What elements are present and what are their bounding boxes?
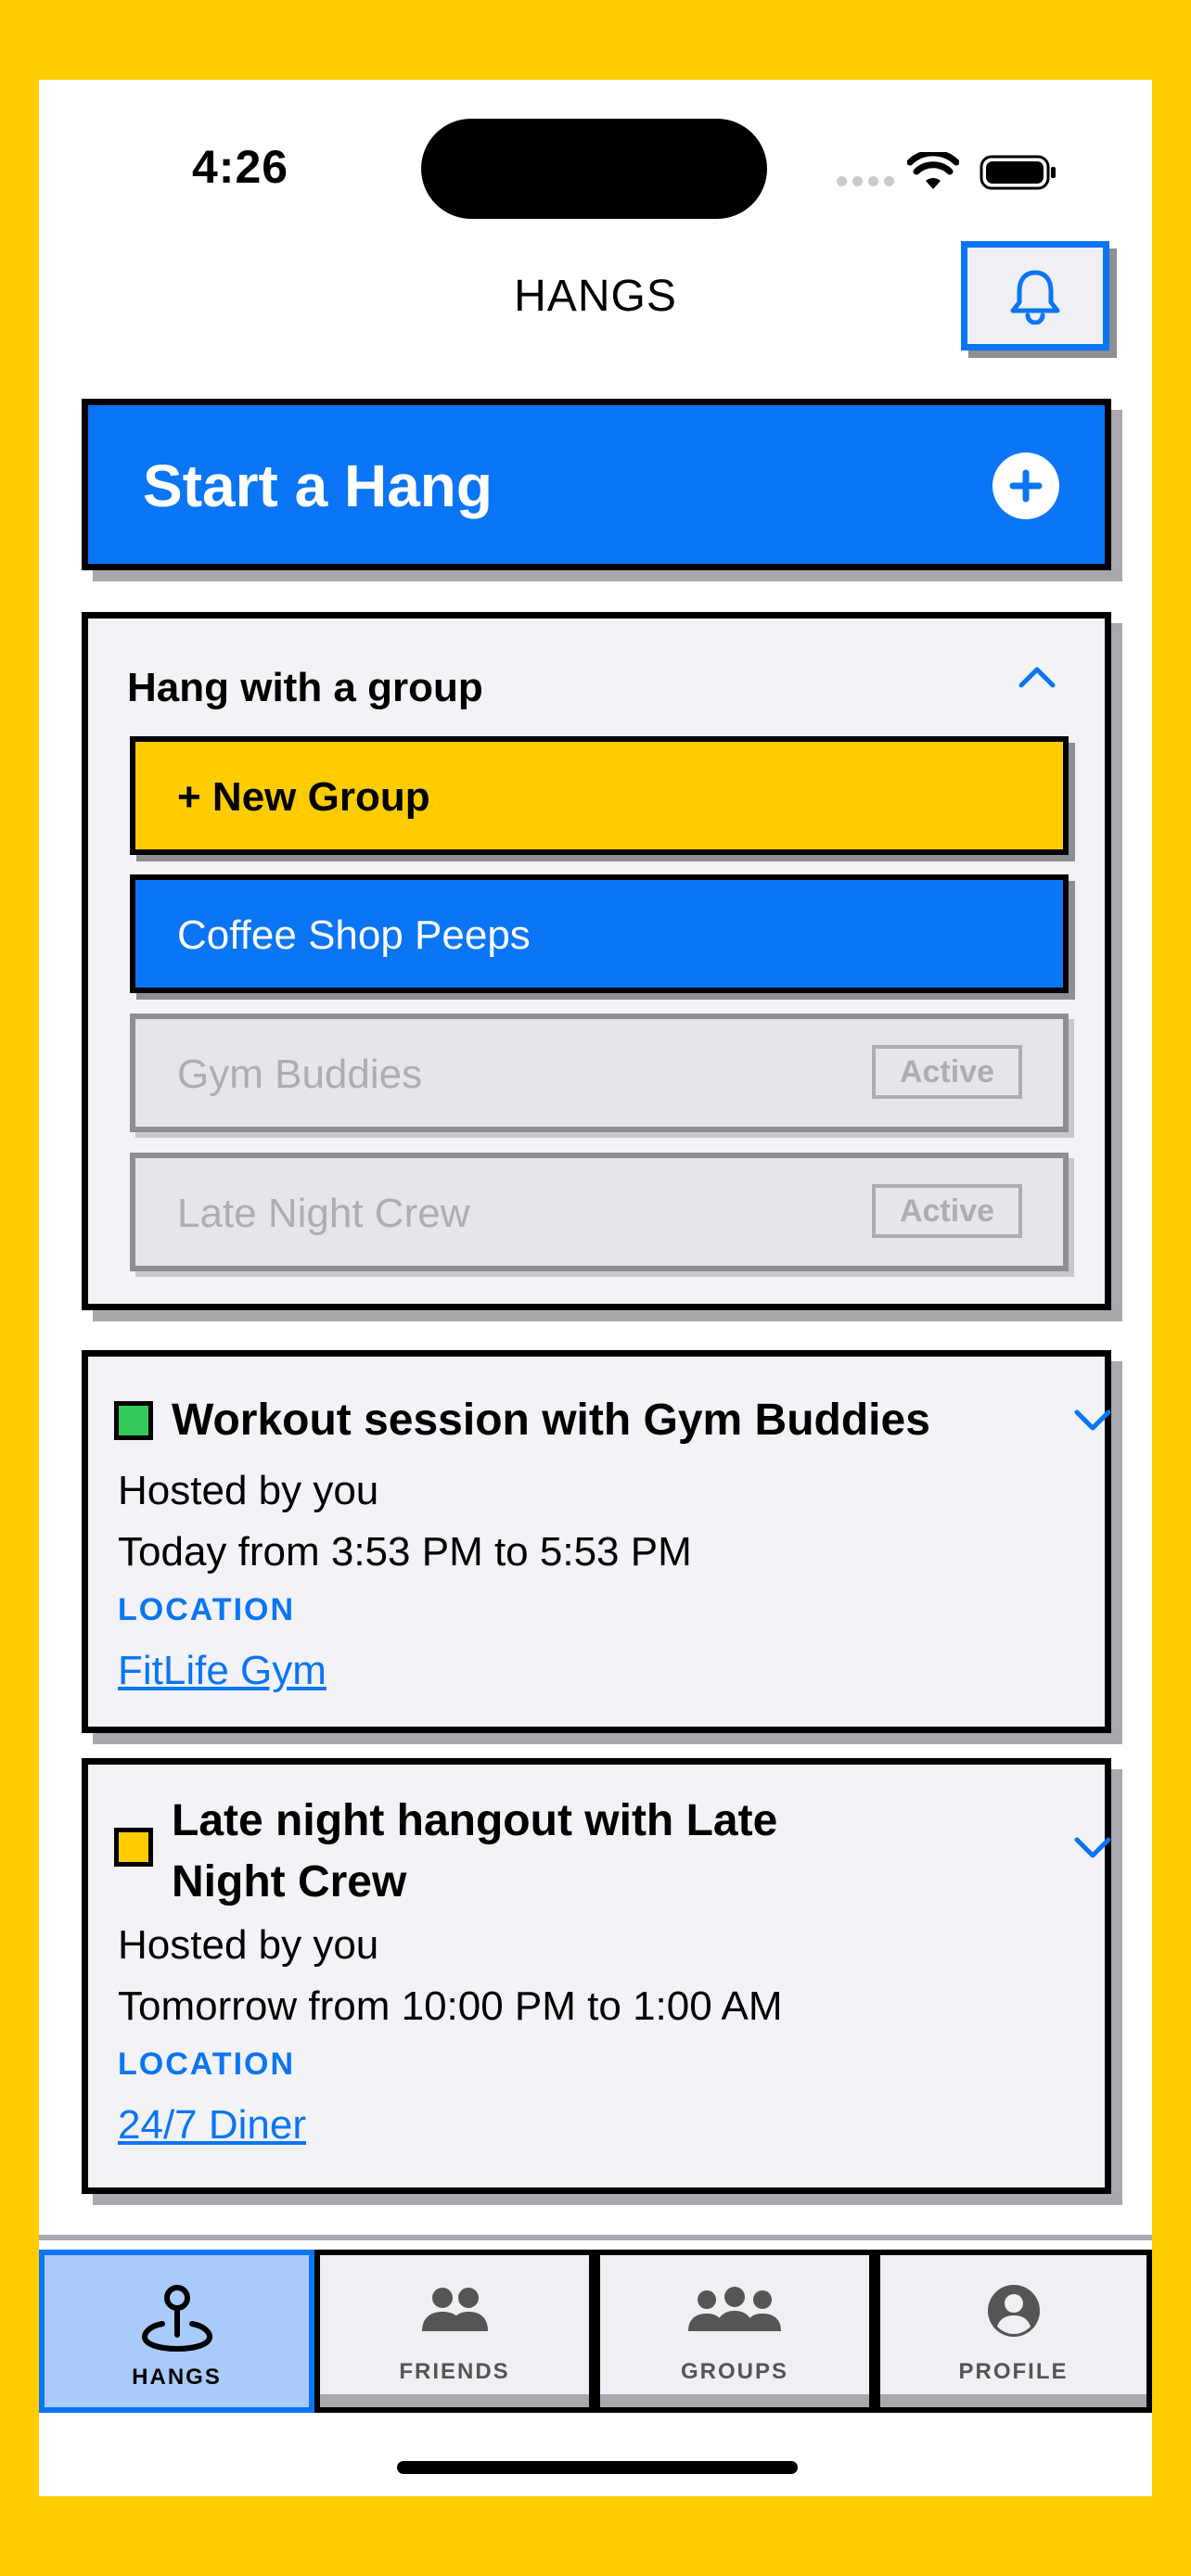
group-section: Hang with a group + New Group Coffee Sho… — [82, 612, 1111, 1310]
group-item-late-night-crew[interactable]: Late Night Crew Active — [130, 1153, 1069, 1271]
tab-label: PROFILE — [958, 2359, 1069, 2384]
hang-card-workout[interactable]: Workout session with Gym Buddies Hosted … — [82, 1350, 1111, 1733]
start-hang-button[interactable]: Start a Hang — [82, 399, 1111, 570]
chevron-up-icon[interactable] — [1016, 663, 1058, 691]
group-item-coffee-shop-peeps[interactable]: Coffee Shop Peeps — [130, 874, 1069, 993]
start-hang-label: Start a Hang — [143, 453, 493, 519]
hang-title: Workout session with Gym Buddies — [172, 1396, 930, 1445]
hang-time: Tomorrow from 10:00 PM to 1:00 AM — [118, 1983, 783, 2029]
battery-icon — [980, 155, 1056, 190]
tab-label: HANGS — [132, 2365, 222, 2390]
cellular-signal-icon — [837, 176, 894, 186]
hang-card-late-night[interactable]: Late night hangout with Late Night Crew … — [82, 1758, 1111, 2194]
status-time: 4:26 — [192, 141, 289, 193]
new-group-button[interactable]: + New Group — [130, 736, 1069, 855]
tab-label: FRIENDS — [399, 2359, 510, 2384]
location-link[interactable]: 24/7 Diner — [118, 2102, 306, 2149]
tab-groups[interactable]: GROUPS — [595, 2250, 875, 2413]
dynamic-island — [421, 119, 767, 219]
plus-icon — [992, 453, 1059, 519]
profile-icon — [987, 2285, 1040, 2337]
bell-icon — [1010, 270, 1060, 325]
chevron-down-icon[interactable] — [1071, 1834, 1114, 1862]
active-badge: Active — [872, 1184, 1022, 1238]
location-label: LOCATION — [118, 1592, 296, 1627]
hang-host: Hosted by you — [118, 1922, 379, 1968]
phone-screen: 4:26 HANGS Start a Hang Hang with a grou… — [39, 80, 1152, 2496]
active-badge: Active — [872, 1045, 1022, 1099]
home-indicator — [397, 2461, 798, 2474]
tab-label: GROUPS — [680, 2359, 788, 2384]
hang-title-line: Night Crew — [172, 1857, 407, 1906]
groups-icon — [688, 2287, 781, 2331]
map-pin-icon — [141, 2285, 212, 2353]
location-link[interactable]: FitLife Gym — [118, 1648, 327, 1694]
new-group-label: + New Group — [177, 774, 430, 820]
hang-title: Late night hangout with Late Night Crew — [172, 1791, 777, 1913]
hang-host: Hosted by you — [118, 1468, 379, 1513]
notifications-button[interactable] — [961, 241, 1109, 351]
tab-friends[interactable]: FRIENDS — [314, 2250, 595, 2413]
tab-hangs[interactable]: HANGS — [39, 2250, 314, 2413]
group-section-title: Hang with a group — [127, 665, 483, 710]
tab-profile[interactable]: PROFILE — [875, 2250, 1152, 2413]
hang-title-line: Late night hangout with Late — [172, 1796, 778, 1845]
color-indicator — [114, 1401, 153, 1440]
group-item-label: Late Night Crew — [177, 1191, 470, 1236]
hang-time: Today from 3:53 PM to 5:53 PM — [118, 1529, 692, 1575]
wifi-icon — [907, 152, 959, 189]
group-item-gym-buddies[interactable]: Gym Buddies Active — [130, 1014, 1069, 1132]
chevron-down-icon[interactable] — [1071, 1407, 1114, 1435]
color-indicator — [114, 1828, 153, 1867]
group-item-label: Coffee Shop Peeps — [177, 912, 531, 958]
tab-bar: HANGS FRIENDS GROUPS PROFILE — [39, 2235, 1152, 2413]
friends-icon — [422, 2288, 488, 2331]
location-label: LOCATION — [118, 2047, 296, 2082]
group-item-label: Gym Buddies — [177, 1052, 423, 1097]
